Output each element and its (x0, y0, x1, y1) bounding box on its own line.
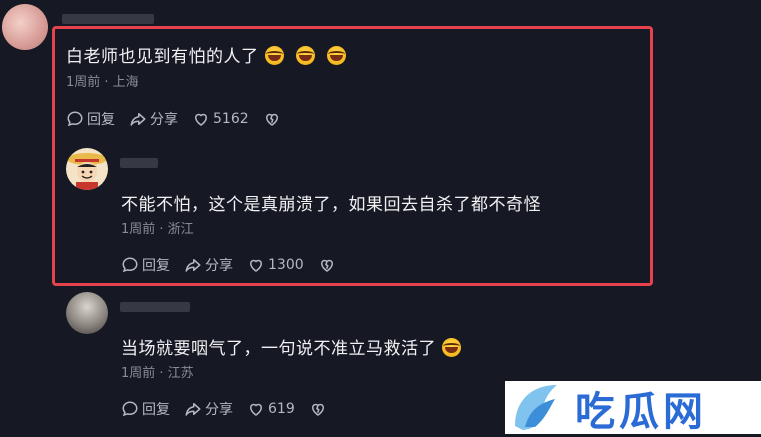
reply-label: 回复 (87, 112, 115, 128)
reply-name-blurred[interactable] (120, 158, 158, 168)
luffy-avatar-icon (67, 153, 107, 190)
watermark: 吃瓜网 (505, 381, 761, 435)
share-label: 分享 (150, 112, 178, 128)
reply-bubble-icon (122, 401, 138, 417)
reply-meta: 1周前 · 江苏 (121, 366, 194, 381)
reply-name-blurred[interactable] (120, 302, 190, 312)
reply-avatar[interactable] (66, 148, 108, 190)
like-count: 619 (268, 401, 295, 417)
laughing-crying-emoji-icon (326, 46, 346, 65)
like-count: 1300 (268, 257, 304, 273)
reply-button[interactable]: 回复 (121, 399, 170, 419)
share-label: 分享 (205, 258, 233, 274)
share-arrow-icon (185, 403, 201, 416)
commenter-name-blurred[interactable] (62, 14, 154, 24)
share-button[interactable]: 分享 (184, 399, 233, 419)
broken-heart-icon (320, 259, 333, 272)
commenter-avatar[interactable] (2, 4, 48, 50)
like-button[interactable]: 1300 (247, 256, 304, 274)
like-count: 5162 (213, 111, 249, 127)
reply-avatar[interactable] (66, 292, 108, 334)
reply-label: 回复 (142, 402, 170, 418)
dislike-button[interactable] (309, 400, 330, 418)
laughing-crying-emoji-icon (295, 46, 315, 65)
broken-heart-icon (311, 403, 324, 416)
share-button[interactable]: 分享 (184, 255, 233, 275)
comment-text: 白老师也见到有怕的人了 (66, 42, 346, 67)
comment-text-content: 白老师也见到有怕的人了 (66, 47, 259, 67)
watermark-logo-icon (515, 385, 557, 430)
laughing-crying-emoji-icon (264, 46, 284, 65)
share-arrow-icon (185, 259, 201, 272)
comment-meta: 1周前 · 上海 (66, 75, 139, 90)
reply-bubble-icon (67, 111, 83, 127)
heart-icon (249, 259, 263, 272)
share-button[interactable]: 分享 (129, 109, 178, 129)
reply-meta: 1周前 · 浙江 (121, 222, 194, 237)
like-button[interactable]: 619 (247, 400, 295, 418)
reply-text-content: 当场就要咽气了，一句说不准立马救活了 (121, 339, 436, 359)
reply-button[interactable]: 回复 (66, 109, 115, 129)
comment-actions: 回复 分享 5162 (66, 109, 298, 129)
like-button[interactable]: 5162 (192, 110, 249, 128)
dislike-button[interactable] (263, 110, 284, 128)
heart-icon (249, 403, 263, 416)
share-label: 分享 (205, 402, 233, 418)
watermark-text: 吃瓜网 (575, 388, 707, 435)
laughing-crying-emoji-icon (442, 338, 461, 357)
dislike-button[interactable] (318, 256, 339, 274)
reply-label: 回复 (142, 258, 170, 274)
broken-heart-icon (265, 113, 278, 126)
reply-button[interactable]: 回复 (121, 255, 170, 275)
reply-text: 不能不怕，这个是真崩溃了，如果回去自杀了都不奇怪 (121, 195, 541, 215)
reply-actions: 回复 分享 619 (121, 399, 344, 419)
heart-icon (194, 113, 208, 126)
reply-actions: 回复 分享 1300 (121, 255, 353, 275)
share-arrow-icon (130, 113, 146, 126)
reply-text: 当场就要咽气了，一句说不准立马救活了 (121, 334, 461, 359)
reply-bubble-icon (122, 257, 138, 273)
